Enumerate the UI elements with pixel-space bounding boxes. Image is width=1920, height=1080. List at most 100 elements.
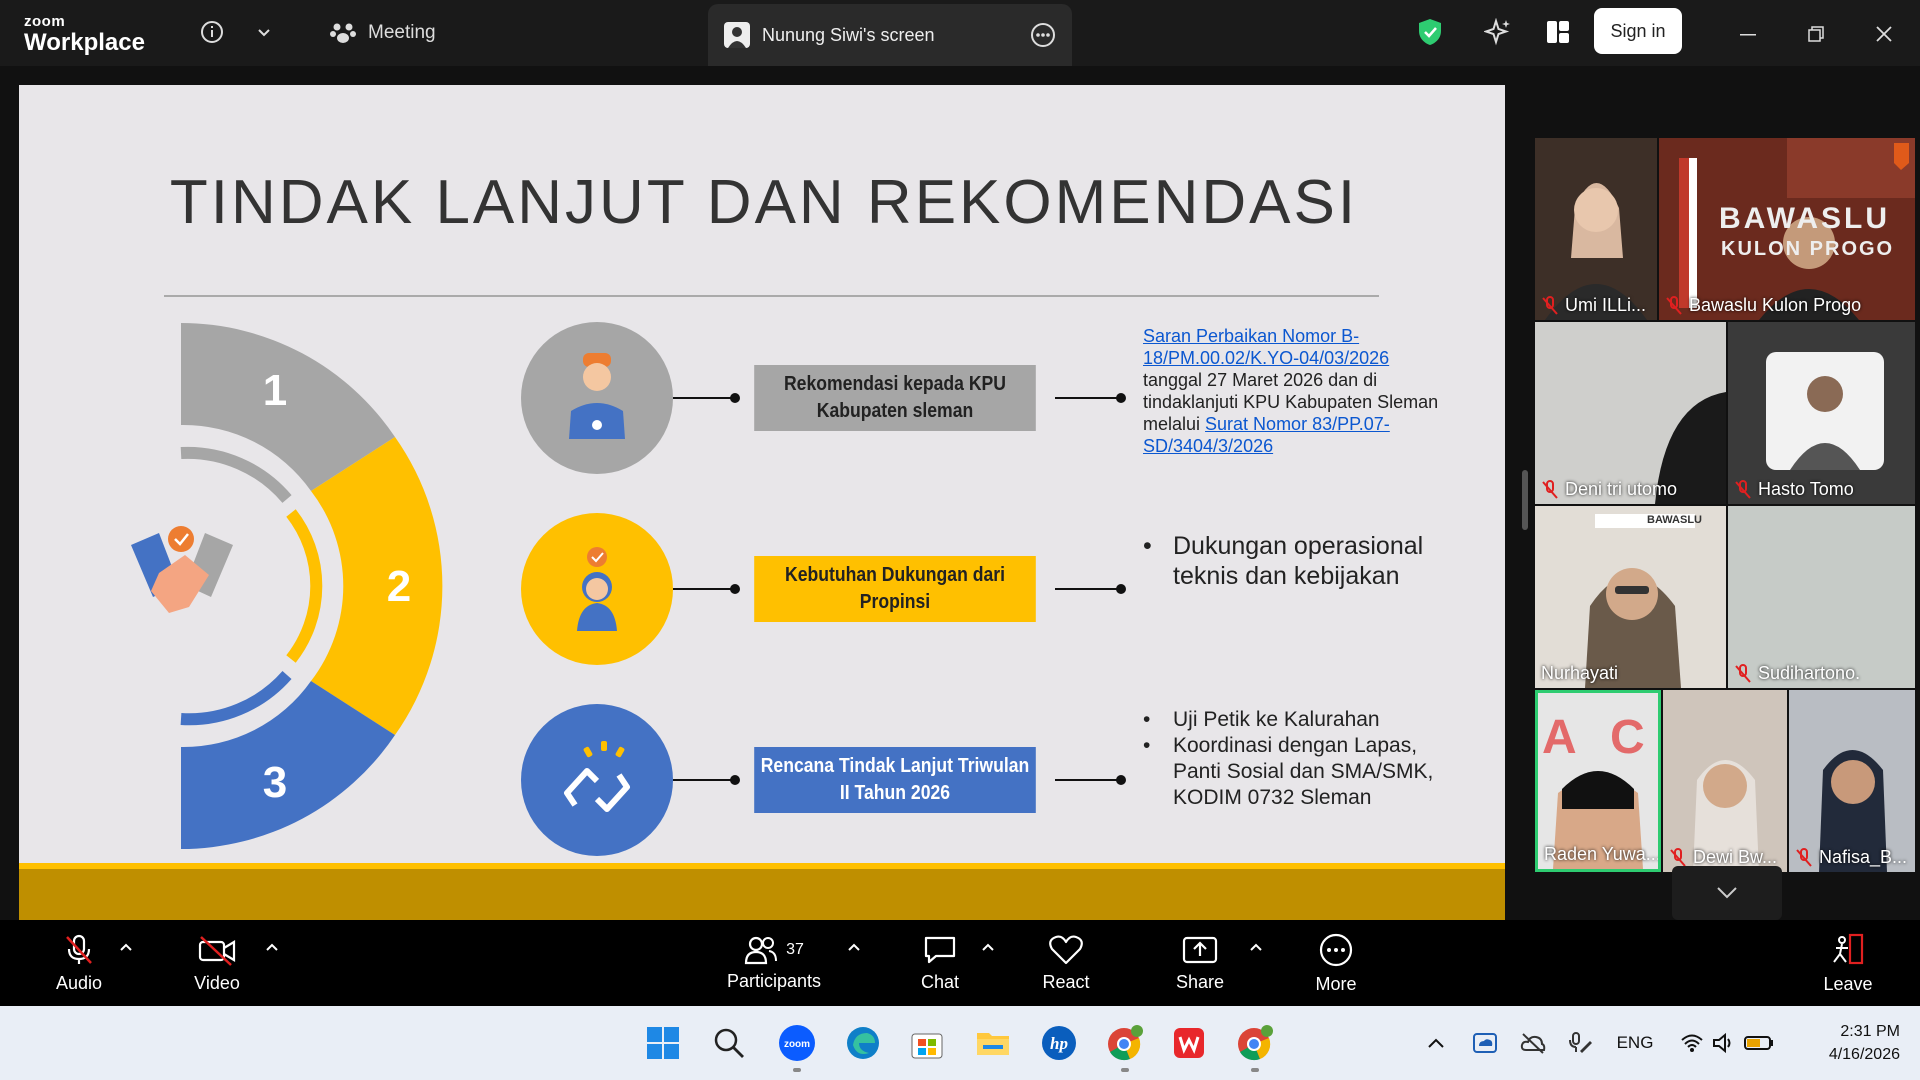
volume-icon[interactable] (1710, 1028, 1738, 1058)
zoom-app-icon[interactable]: zoom (774, 1020, 820, 1066)
title-bar: zoom Workplace Meeting Nunung Siwi's scr… (0, 0, 1920, 66)
layout-view-icon[interactable] (1540, 14, 1576, 50)
react-button[interactable]: React (1036, 920, 1096, 1006)
language-indicator[interactable]: ENG (1610, 1028, 1660, 1058)
mic-muted-icon (1542, 479, 1558, 499)
video-tile[interactable]: Umi ILLi... (1535, 138, 1657, 320)
svg-text:C: C (1610, 711, 1645, 764)
video-tile[interactable]: Hasto Tomo (1728, 322, 1915, 504)
wps-office-icon[interactable] (1166, 1020, 1212, 1066)
file-explorer-icon[interactable] (970, 1020, 1016, 1066)
box1-line1: Rekomendasi kepada KPU (783, 373, 1007, 395)
scroll-down-button[interactable] (1672, 866, 1782, 920)
chat-options-caret[interactable] (978, 942, 998, 962)
chrome-running-indicator (1251, 1068, 1259, 1072)
svg-text:hp: hp (1050, 1034, 1068, 1053)
share-screen-icon (1182, 936, 1218, 963)
box3-line2: II Tahun 2026 (839, 782, 951, 804)
handshake-icon (131, 526, 233, 613)
arc-number-3: 3 (263, 758, 287, 807)
video-tile[interactable]: BAWASLU KULON PROGO Bawaslu Kulon Progo (1659, 138, 1915, 320)
participant-name: Deni tri utomo (1541, 479, 1677, 500)
mic-muted-icon (1670, 847, 1686, 867)
chrome-profile-icon[interactable] (1102, 1020, 1148, 1066)
participant-name: Raden Yuwa... (1544, 844, 1661, 864)
box2-line1: Kebutuhan Dukungan dari (785, 564, 1005, 586)
chrome-profile-icon[interactable] (1232, 1020, 1278, 1066)
bawaslu-sign-line-2: KULON PROGO (1721, 238, 1895, 260)
video-tile[interactable]: Nafisa_B... (1789, 690, 1915, 872)
bawaslu-sign-line-1: BAWASLU (1719, 202, 1890, 235)
clock-date: 4/16/2026 (1828, 1046, 1900, 1063)
clock-time: 2:31 PM (1840, 1023, 1900, 1040)
wifi-icon[interactable] (1678, 1028, 1706, 1058)
participants-button[interactable]: 37 Participants (720, 920, 828, 1006)
video-off-icon (198, 935, 236, 966)
participant-video (1535, 506, 1726, 688)
windows-taskbar: zoom hp ENG 2:31 PM 4/16/2026 (0, 1006, 1920, 1080)
participants-options-caret[interactable] (844, 942, 864, 962)
participant-video (1789, 690, 1915, 872)
battery-icon[interactable] (1742, 1028, 1776, 1058)
share-button[interactable]: Share (1170, 920, 1230, 1006)
box1-line2: Kabupaten sleman (816, 400, 974, 422)
video-tile[interactable]: Deni tri utomo (1535, 322, 1726, 504)
edge-browser-icon[interactable] (840, 1020, 886, 1066)
chat-button[interactable]: Chat (910, 920, 970, 1006)
box3-line1: Rencana Tindak Lanjut Triwulan (760, 755, 1030, 777)
sign-in-button[interactable]: Sign in (1594, 8, 1682, 54)
video-tile[interactable]: BAWASLU Nurhayati (1535, 506, 1726, 688)
windows-start-icon[interactable] (640, 1020, 686, 1066)
more-button[interactable]: More (1306, 920, 1366, 1006)
audio-button[interactable]: Audio (40, 920, 118, 1006)
bullet-text: Koordinasi dengan Lapas, Panti Sosial da… (1173, 734, 1434, 809)
plan-description: • Uji Petik ke Kalurahan • Koordinasi deng… (1143, 707, 1443, 811)
microsoft-store-icon[interactable] (904, 1020, 950, 1066)
more-options-icon[interactable] (1030, 22, 1056, 48)
mic-muted-icon (1735, 663, 1751, 683)
leave-button[interactable]: Leave (1818, 920, 1878, 1006)
search-icon[interactable] (706, 1020, 752, 1066)
inner-arc-gray (180, 446, 292, 503)
chevron-down-icon (1717, 887, 1737, 899)
close-icon[interactable] (1866, 16, 1902, 52)
meeting-info-icon[interactable] (196, 16, 228, 48)
zoom-workplace-logo: zoom Workplace (24, 14, 145, 55)
onedrive-icon[interactable] (1470, 1028, 1500, 1058)
inner-arc-yellow (286, 509, 323, 663)
support-description: • Dukungan operasional teknis dan kebijak… (1143, 531, 1443, 591)
chat-label: Chat (920, 971, 960, 992)
arc-number-2: 2 (387, 562, 411, 611)
share-options-caret[interactable] (1246, 942, 1266, 962)
video-tile[interactable]: Sudihartono. (1728, 506, 1915, 688)
letter-link-1[interactable]: Saran Perbaikan Nomor B-18/PM.00.02/K.YO… (1143, 326, 1389, 368)
meeting-tab[interactable]: Meeting (330, 14, 436, 52)
participant-video: AC (1538, 693, 1658, 869)
audio-options-caret[interactable] (116, 942, 136, 962)
pen-input-icon[interactable] (1566, 1028, 1596, 1058)
participant-name: Sudihartono. (1734, 663, 1860, 684)
video-options-caret[interactable] (262, 942, 282, 962)
minimize-icon[interactable] (1730, 16, 1766, 52)
ai-companion-sparkle-icon[interactable] (1480, 14, 1516, 50)
system-clock[interactable]: 2:31 PM 4/16/2026 (1800, 1020, 1900, 1066)
hp-app-icon[interactable]: hp (1036, 1020, 1082, 1066)
participant-video-panel: Umi ILLi... BAWASLU KULON PROGO Bawaslu … (1530, 66, 1920, 920)
video-button[interactable]: Video (178, 920, 256, 1006)
chevron-up-icon[interactable] (1424, 1028, 1448, 1058)
slide-footer-band (19, 863, 1505, 920)
restore-window-icon[interactable] (1798, 16, 1834, 52)
shared-screen-tab[interactable]: Nunung Siwi's screen (708, 4, 1072, 66)
encryption-shield-icon[interactable] (1414, 16, 1446, 48)
video-tile[interactable]: Dewi Bw... (1663, 690, 1787, 872)
zoom-window: zoom Workplace Meeting Nunung Siwi's scr… (0, 0, 1920, 1080)
cloud-off-icon[interactable] (1518, 1028, 1548, 1058)
heart-icon (1049, 934, 1083, 964)
participant-name: Dewi Bw... (1669, 847, 1777, 868)
video-tile-active-speaker[interactable]: AC Raden Yuwa... (1535, 690, 1661, 872)
panel-resize-handle[interactable] (1522, 470, 1528, 530)
chevron-down-icon[interactable] (252, 16, 276, 48)
chrome-running-indicator (1121, 1068, 1129, 1072)
presenter-avatar-icon (724, 22, 750, 48)
leave-label: Leave (1823, 973, 1873, 994)
